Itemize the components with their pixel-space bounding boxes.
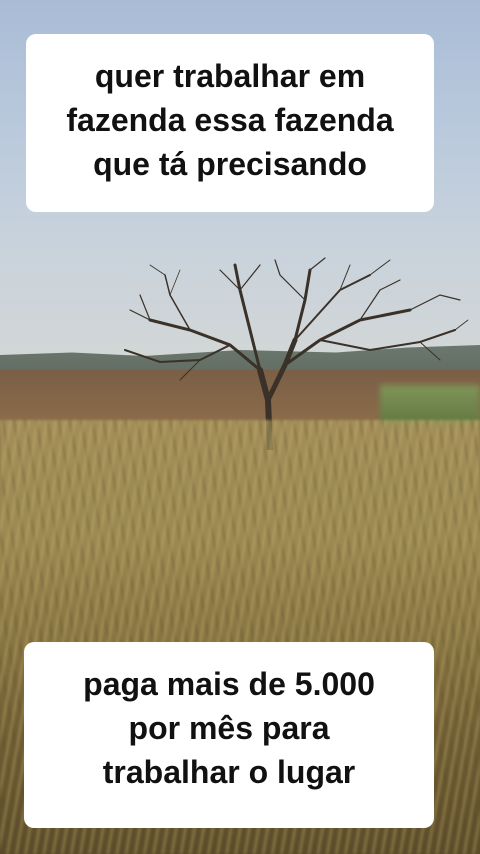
caption-top-line-2: fazenda essa fazenda <box>66 102 394 138</box>
caption-top-line-3: que tá precisando <box>93 146 367 182</box>
caption-bottom-line-1: paga mais de 5.000 <box>83 666 375 702</box>
caption-top: quer trabalhar em fazenda essa fazenda q… <box>26 34 434 212</box>
caption-bottom: paga mais de 5.000 por mês para trabalha… <box>24 642 434 828</box>
caption-bottom-line-2: por mês para <box>128 710 330 746</box>
caption-bottom-line-3: trabalhar o lugar <box>102 754 356 790</box>
caption-top-line-1: quer trabalhar em <box>94 58 366 94</box>
